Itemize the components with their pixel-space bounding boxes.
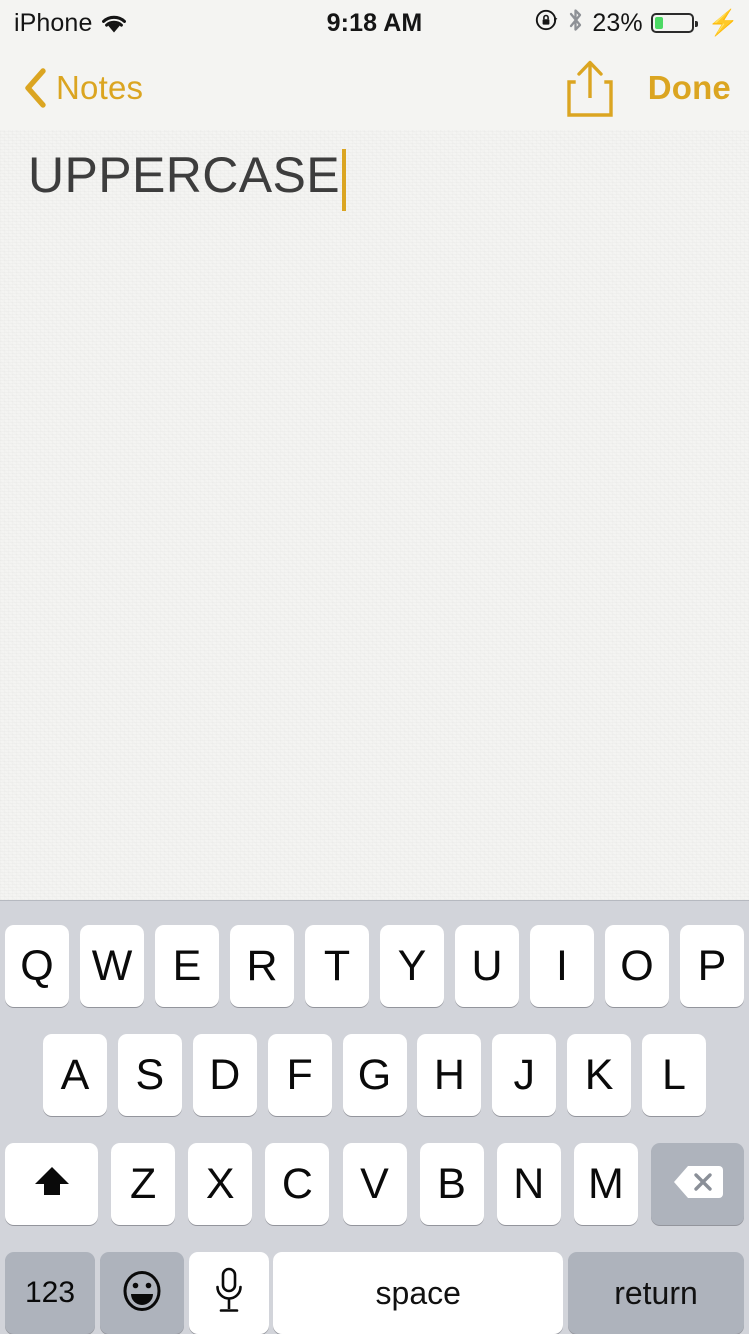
rotation-lock-icon: [535, 8, 559, 39]
keyboard-row-3: Z X C V B N M: [0, 1143, 749, 1225]
key-i[interactable]: I: [530, 925, 594, 1007]
key-q[interactable]: Q: [5, 925, 69, 1007]
dictation-key[interactable]: [188, 1252, 269, 1334]
key-p[interactable]: P: [680, 925, 744, 1007]
key-a[interactable]: A: [43, 1034, 107, 1116]
text-cursor: [342, 149, 347, 211]
battery-icon: [650, 13, 698, 33]
back-button-label: Notes: [56, 69, 144, 106]
key-k[interactable]: K: [567, 1034, 632, 1116]
key-l[interactable]: L: [642, 1034, 706, 1116]
back-button[interactable]: Notes: [22, 46, 143, 130]
done-button-label: Done: [647, 69, 731, 106]
key-y[interactable]: Y: [380, 925, 444, 1007]
key-o[interactable]: O: [605, 925, 669, 1007]
bluetooth-icon: [567, 7, 584, 40]
status-bar-right: 23% ⚡: [535, 0, 739, 46]
key-x[interactable]: X: [188, 1143, 253, 1225]
key-f[interactable]: F: [267, 1034, 332, 1116]
note-text-line[interactable]: UPPERCASE: [28, 147, 347, 211]
note-editor[interactable]: UPPERCASE: [0, 130, 749, 1012]
keyboard-row-2: A S D F G H J K L: [0, 1034, 749, 1116]
chevron-left-icon: [22, 66, 48, 110]
emoji-key[interactable]: [99, 1252, 184, 1334]
lightning-bolt-icon: ⚡: [707, 8, 739, 37]
note-text: UPPERCASE: [28, 147, 341, 203]
on-screen-keyboard: Q W E R T Y U I O P A S D F G H J K L Z …: [0, 900, 749, 1334]
clock-label: 9:18 AM: [326, 8, 423, 37]
key-g[interactable]: G: [342, 1034, 407, 1116]
space-key[interactable]: space: [273, 1252, 564, 1334]
key-z[interactable]: Z: [111, 1143, 176, 1225]
key-s[interactable]: S: [117, 1034, 182, 1116]
delete-key[interactable]: [651, 1143, 744, 1225]
return-key[interactable]: return: [568, 1252, 744, 1334]
share-button[interactable]: [560, 58, 620, 120]
done-button[interactable]: Done: [648, 46, 731, 130]
navigation-bar: Notes Done: [0, 46, 749, 130]
key-b[interactable]: B: [419, 1143, 484, 1225]
key-r[interactable]: R: [230, 925, 294, 1007]
key-w[interactable]: W: [80, 925, 144, 1007]
key-c[interactable]: C: [265, 1143, 330, 1225]
key-j[interactable]: J: [492, 1034, 557, 1116]
key-n[interactable]: N: [496, 1143, 561, 1225]
battery-percent-label: 23%: [592, 8, 643, 37]
emoji-smiley-icon: [119, 1268, 165, 1319]
shift-key[interactable]: [5, 1143, 98, 1225]
shift-arrow-icon: [29, 1159, 75, 1210]
key-d[interactable]: D: [192, 1034, 257, 1116]
key-t[interactable]: T: [305, 925, 369, 1007]
iphone-screen: iPhone 9:18 AM 23% ⚡ Notes Done UPPERCAS…: [0, 0, 749, 1334]
battery-fill: [654, 17, 663, 29]
numbers-key[interactable]: 123: [5, 1252, 95, 1334]
key-v[interactable]: V: [342, 1143, 407, 1225]
keyboard-row-1: Q W E R T Y U I O P: [0, 925, 749, 1007]
backspace-icon: [671, 1162, 725, 1207]
key-e[interactable]: E: [155, 925, 219, 1007]
key-h[interactable]: H: [417, 1034, 482, 1116]
key-m[interactable]: M: [573, 1143, 638, 1225]
key-u[interactable]: U: [455, 925, 519, 1007]
keyboard-row-4: 123 space return: [0, 1252, 749, 1334]
microphone-icon: [212, 1266, 246, 1321]
status-bar: iPhone 9:18 AM 23% ⚡: [0, 0, 749, 46]
